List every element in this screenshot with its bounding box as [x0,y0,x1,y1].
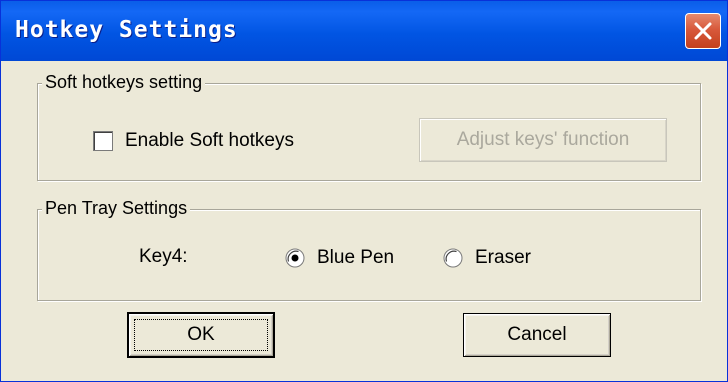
pen-tray-legend: Pen Tray Settings [42,198,191,219]
eraser-label[interactable]: Eraser [475,247,531,269]
ok-label: OK [187,324,215,345]
cancel-label: Cancel [507,324,567,345]
ok-button[interactable]: OK [127,312,275,358]
close-icon [694,22,712,40]
cancel-button[interactable]: Cancel [463,313,611,357]
dialog-title: Hotkey Settings [15,17,238,43]
adjust-keys-function-button[interactable]: Adjust keys' function [419,118,667,162]
hotkey-settings-dialog: Hotkey Settings Soft hotkeys setting Ena… [0,0,728,382]
close-button[interactable] [685,13,721,49]
key4-label: Key4: [139,246,188,267]
title-bar[interactable]: Hotkey Settings [1,1,727,61]
enable-soft-hotkeys-checkbox[interactable] [93,131,113,151]
eraser-radio[interactable] [443,248,463,268]
enable-soft-hotkeys-label[interactable]: Enable Soft hotkeys [125,130,294,152]
adjust-keys-function-label: Adjust keys' function [456,129,630,150]
soft-hotkeys-legend: Soft hotkeys setting [42,72,206,93]
radio-dot-icon [291,254,299,262]
blue-pen-label[interactable]: Blue Pen [317,247,394,269]
blue-pen-radio[interactable] [285,248,305,268]
